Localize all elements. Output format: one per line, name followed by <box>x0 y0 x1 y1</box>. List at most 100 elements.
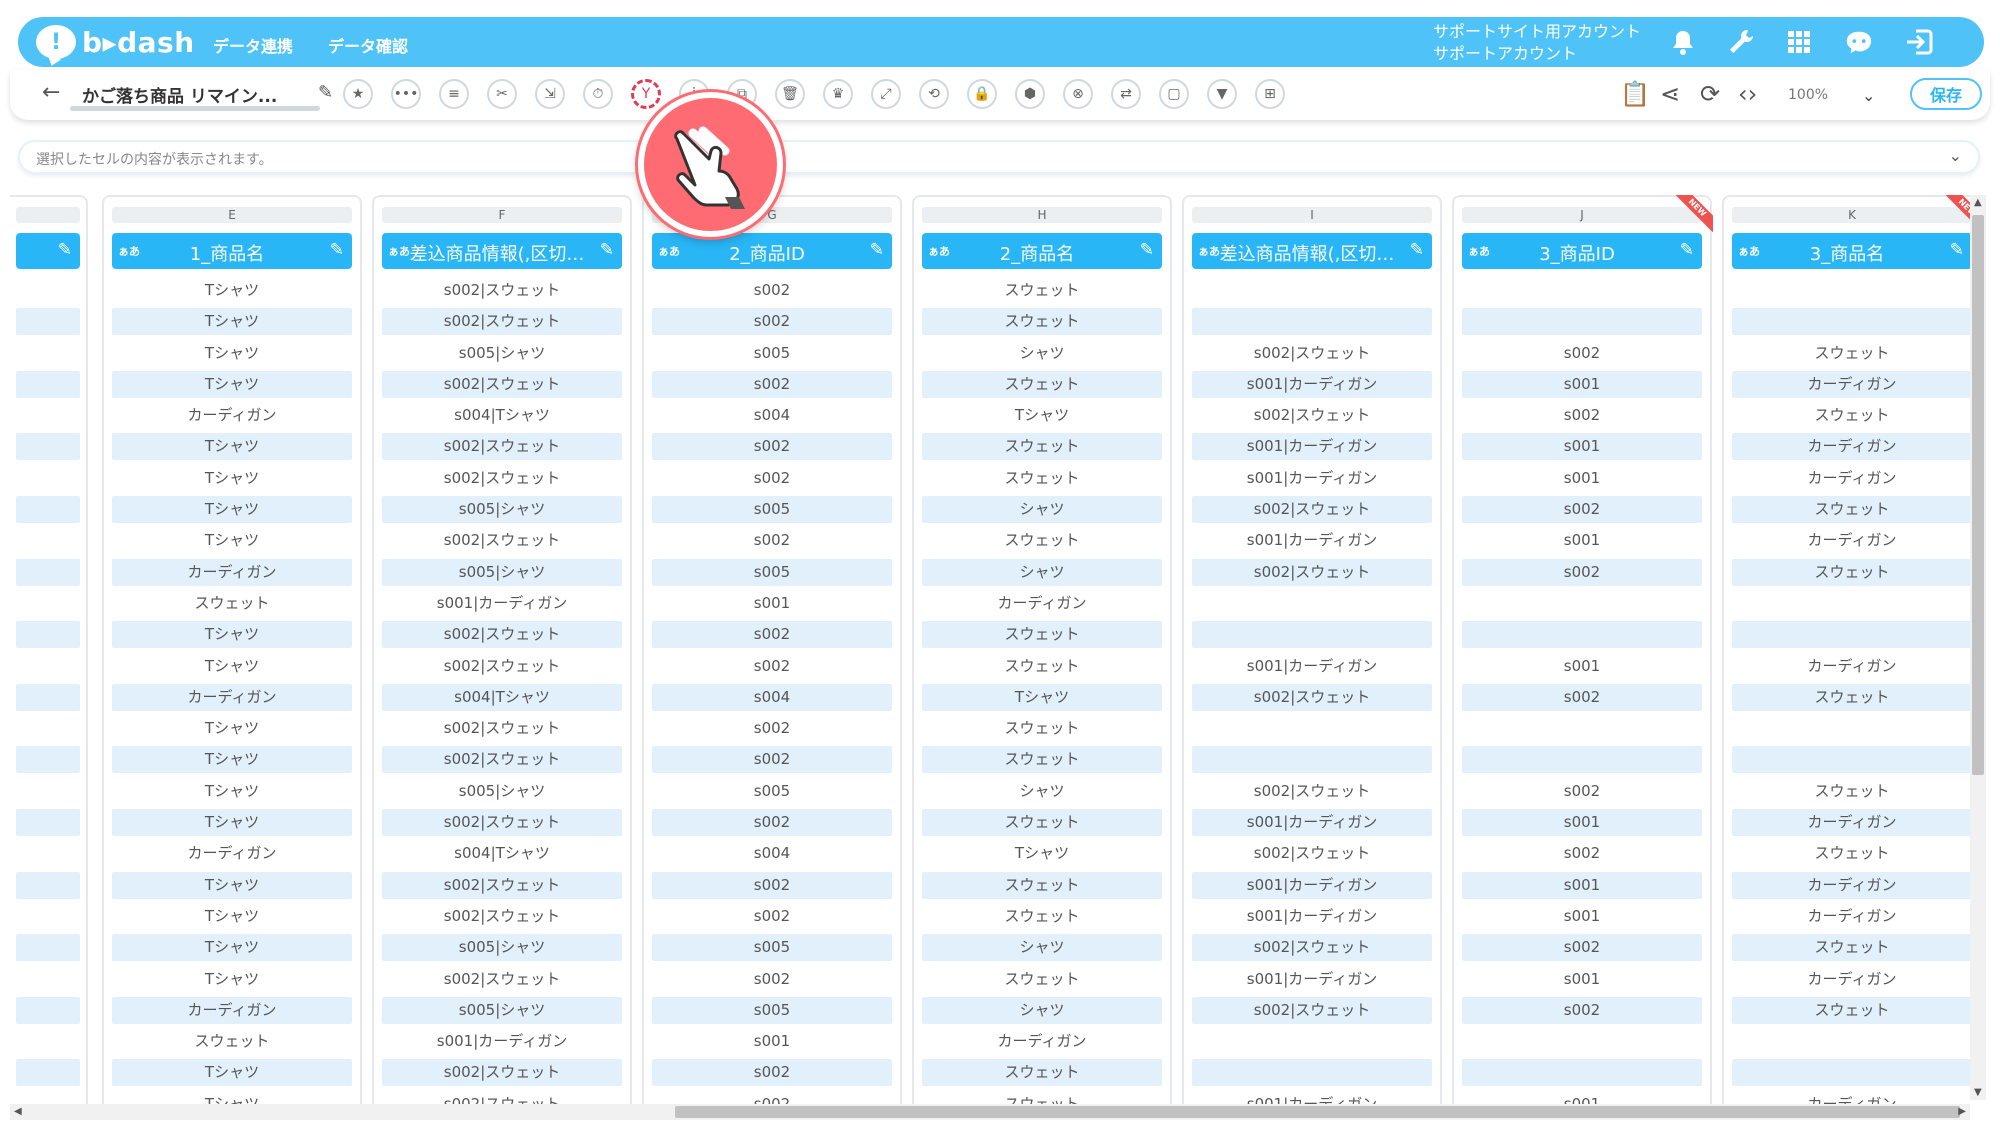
table-cell[interactable]: s004 <box>652 683 892 711</box>
table-cell[interactable]: s002 <box>652 463 892 494</box>
table-cell[interactable]: シャツ <box>922 558 1162 586</box>
column-letter[interactable]: F <box>382 207 622 223</box>
save-button[interactable]: 保存 <box>1910 78 1982 110</box>
table-cell[interactable] <box>1192 275 1432 306</box>
table-cell[interactable] <box>16 338 80 369</box>
table-cell[interactable]: スウェット <box>922 1059 1162 1087</box>
table-cell[interactable] <box>16 901 80 932</box>
table-cell[interactable]: s002 <box>652 871 892 899</box>
table-cell[interactable]: s001|カーディガン <box>382 588 622 619</box>
table-cell[interactable]: スウェット <box>922 871 1162 899</box>
cancel-circle-icon[interactable]: ⊗ <box>1063 79 1093 109</box>
table-cell[interactable]: スウェット <box>1732 400 1970 431</box>
table-cell[interactable]: カーディガン <box>1732 525 1970 556</box>
pencil-icon[interactable]: ✎ <box>600 240 614 260</box>
bdash-logo[interactable]: ! b▸dash <box>36 23 195 61</box>
table-cell[interactable]: スウェット <box>922 621 1162 649</box>
table-cell[interactable] <box>1192 308 1432 336</box>
table-cell[interactable] <box>1732 588 1970 619</box>
vertical-scroll-thumb[interactable] <box>1972 215 1984 775</box>
table-cell[interactable] <box>16 463 80 494</box>
table-cell[interactable]: s002 <box>652 275 892 306</box>
grid-settings-icon[interactable]: ⊞ <box>1255 79 1285 109</box>
table-cell[interactable]: s002 <box>652 713 892 744</box>
table-cell[interactable]: s002|スウェット <box>382 901 622 932</box>
table-cell[interactable]: Tシャツ <box>922 838 1162 869</box>
table-cell[interactable] <box>1462 588 1702 619</box>
table-cell[interactable]: s005 <box>652 776 892 807</box>
table-cell[interactable]: スウェット <box>922 964 1162 995</box>
table-cell[interactable]: スウェット <box>1732 496 1970 524</box>
table-cell[interactable]: s002|スウェット <box>382 1089 622 1105</box>
table-cell[interactable] <box>1732 621 1970 649</box>
table-cell[interactable] <box>1192 588 1432 619</box>
table-cell[interactable]: s002 <box>652 651 892 682</box>
table-cell[interactable]: スウェット <box>922 901 1162 932</box>
table-cell[interactable]: Tシャツ <box>112 621 352 649</box>
table-cell[interactable] <box>1192 621 1432 649</box>
table-cell[interactable]: s002 <box>1462 400 1702 431</box>
package-icon[interactable]: ⬢ <box>1015 79 1045 109</box>
table-cell[interactable]: s002 <box>1462 496 1702 524</box>
nav-data-integration[interactable]: データ連携 <box>213 33 293 57</box>
column-letter[interactable]: E <box>112 207 352 223</box>
table-cell[interactable]: s002 <box>652 901 892 932</box>
table-cell[interactable] <box>16 934 80 962</box>
table-cell[interactable]: s001 <box>1462 1089 1702 1105</box>
timer-icon[interactable]: ⏱ <box>583 79 613 109</box>
table-cell[interactable]: カーディガン <box>1732 463 1970 494</box>
table-cell[interactable]: s001 <box>1462 964 1702 995</box>
table-cell[interactable]: s001 <box>1462 809 1702 837</box>
table-cell[interactable]: s002|スウェット <box>382 621 622 649</box>
table-cell[interactable]: カーディガン <box>112 683 352 711</box>
column-letter[interactable]: I <box>1192 207 1432 223</box>
trash-icon[interactable]: 🗑 <box>775 79 805 109</box>
logout-icon[interactable] <box>1904 27 1934 57</box>
table-cell[interactable]: カーディガン <box>1732 809 1970 837</box>
table-cell[interactable] <box>16 558 80 586</box>
table-cell[interactable]: s002|スウェット <box>382 433 622 461</box>
table-cell[interactable] <box>1462 621 1702 649</box>
table-cell[interactable] <box>1462 1059 1702 1087</box>
bell-icon[interactable] <box>1668 27 1698 57</box>
table-cell[interactable]: s005|シャツ <box>382 496 622 524</box>
table-cell[interactable]: s005|シャツ <box>382 776 622 807</box>
table-cell[interactable]: シャツ <box>922 496 1162 524</box>
table-cell[interactable]: s002|スウェット <box>1192 338 1432 369</box>
crown-icon[interactable]: ♛ <box>823 79 853 109</box>
table-cell[interactable] <box>16 525 80 556</box>
back-arrow-icon[interactable]: ← <box>42 80 60 105</box>
table-cell[interactable]: s001|カーディガン <box>382 1026 622 1057</box>
table-cell[interactable]: カーディガン <box>1732 964 1970 995</box>
table-cell[interactable]: s002 <box>1462 776 1702 807</box>
column-header[interactable]: ぁあ 2_商品名 ✎ <box>922 233 1162 269</box>
column-header[interactable]: ぁあ 3_商品ID ✎ <box>1462 233 1702 269</box>
table-cell[interactable]: s001|カーディガン <box>1192 964 1432 995</box>
table-cell[interactable] <box>16 370 80 398</box>
table-cell[interactable]: スウェット <box>112 1026 352 1057</box>
table-cell[interactable]: s002 <box>652 370 892 398</box>
table-cell[interactable] <box>1732 746 1970 774</box>
table-cell[interactable]: s002 <box>652 809 892 837</box>
table-cell[interactable] <box>16 275 80 306</box>
table-cell[interactable]: s002|スウェット <box>382 651 622 682</box>
table-cell[interactable] <box>16 400 80 431</box>
table-cell[interactable]: s001 <box>652 1026 892 1057</box>
table-cell[interactable] <box>16 588 80 619</box>
table-cell[interactable]: s002|スウェット <box>382 1059 622 1087</box>
table-cell[interactable]: s001 <box>1462 651 1702 682</box>
table-cell[interactable]: s004|Tシャツ <box>382 838 622 869</box>
table-cell[interactable]: Tシャツ <box>112 338 352 369</box>
table-cell[interactable]: s001|カーディガン <box>1192 871 1432 899</box>
table-cell[interactable]: s005|シャツ <box>382 338 622 369</box>
table-cell[interactable] <box>16 964 80 995</box>
table-cell[interactable]: カーディガン <box>1732 433 1970 461</box>
column-header[interactable]: ぁあ 差込商品情報(,区切… ✎ <box>1192 233 1432 269</box>
table-cell[interactable]: スウェット <box>922 308 1162 336</box>
table-cell[interactable] <box>1732 308 1970 336</box>
table-cell[interactable]: Tシャツ <box>112 433 352 461</box>
table-cell[interactable]: s002|スウェット <box>382 871 622 899</box>
compress-icon[interactable]: ⇲ <box>535 79 565 109</box>
column-header[interactable]: ✎ <box>16 233 80 269</box>
table-cell[interactable]: s002 <box>1462 338 1702 369</box>
